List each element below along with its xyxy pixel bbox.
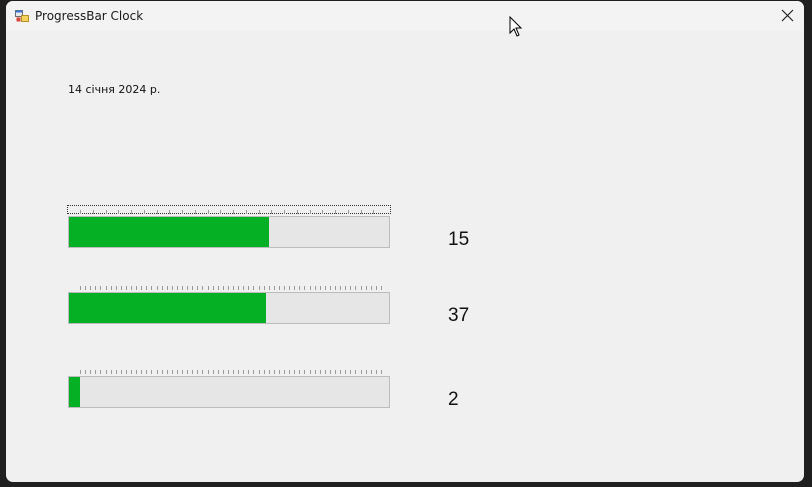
tick-marks-hours bbox=[80, 210, 374, 214]
progress-bar-hours bbox=[68, 216, 390, 248]
progress-bar-minutes bbox=[68, 292, 390, 324]
hours-value: 15 bbox=[448, 229, 470, 250]
progress-fill-minutes bbox=[69, 293, 267, 323]
progress-bar-seconds bbox=[68, 376, 390, 408]
app-window: ProgressBar Clock 14 січня 2024 р. 15 37… bbox=[6, 1, 804, 482]
tick-marks-minutes bbox=[80, 286, 382, 290]
window-title: ProgressBar Clock bbox=[35, 9, 144, 23]
minutes-value: 37 bbox=[448, 305, 470, 326]
mouse-cursor-icon bbox=[509, 16, 523, 37]
seconds-value: 2 bbox=[448, 389, 459, 410]
close-icon bbox=[781, 9, 794, 22]
date-label: 14 січня 2024 р. bbox=[68, 83, 161, 96]
tick-marks-seconds bbox=[80, 370, 382, 374]
progress-fill-hours bbox=[69, 217, 269, 247]
progress-fill-seconds bbox=[69, 377, 80, 407]
title-bar[interactable]: ProgressBar Clock bbox=[6, 1, 804, 31]
app-window-icon bbox=[15, 10, 29, 22]
close-button[interactable] bbox=[772, 1, 804, 31]
